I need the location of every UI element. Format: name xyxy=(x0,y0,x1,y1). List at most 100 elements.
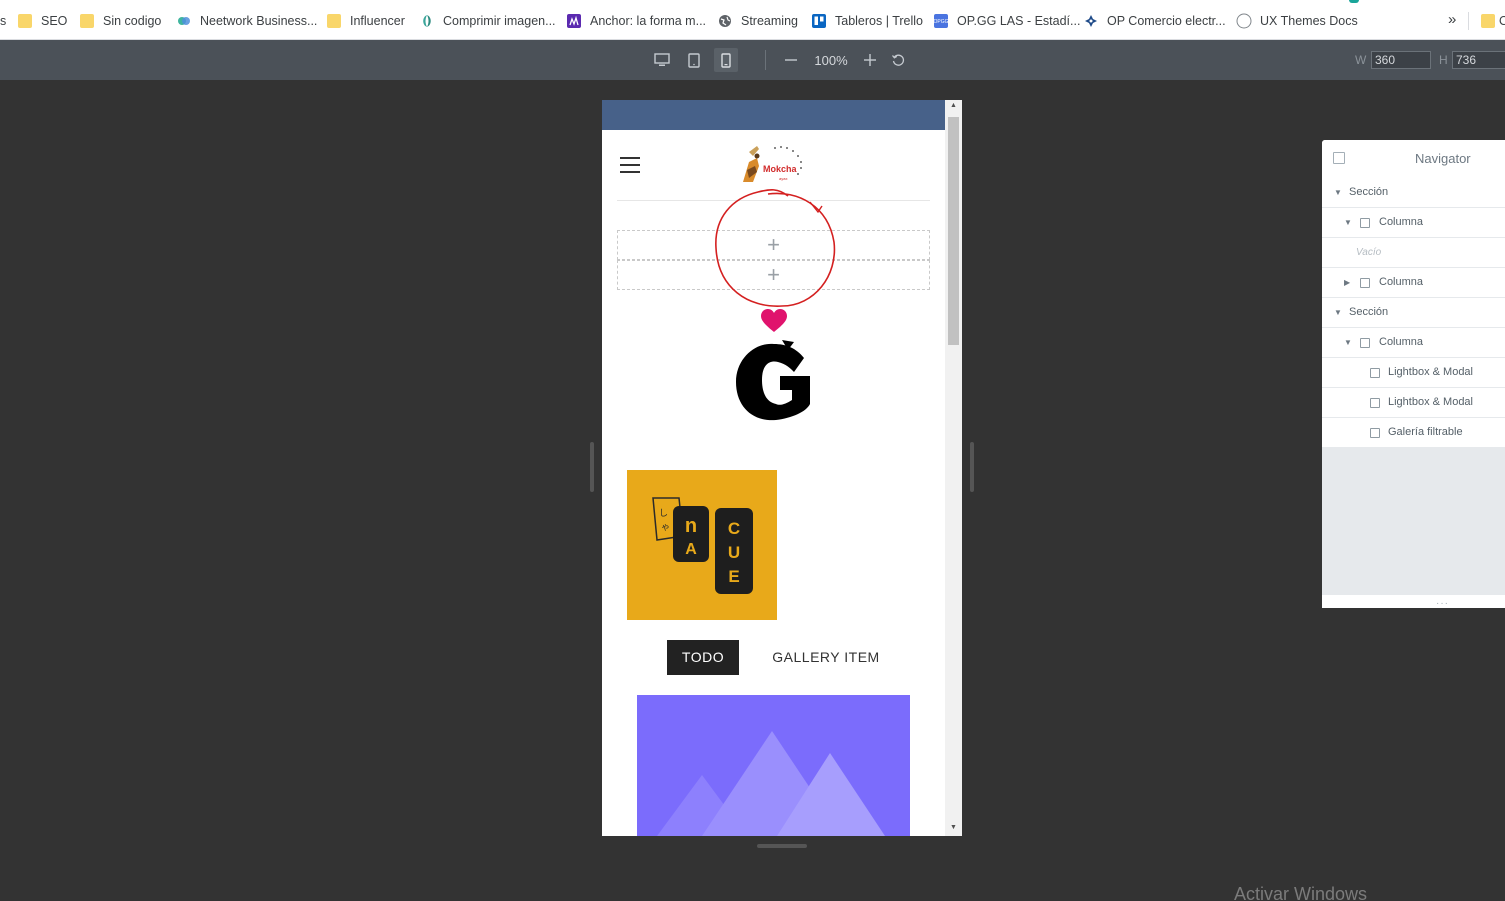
toolbar-divider xyxy=(765,50,766,70)
nav-row-empty: Vacío xyxy=(1322,238,1505,268)
bookmark-label: Comprimir imagen... xyxy=(443,14,556,28)
nav-row-label: Lightbox & Modal xyxy=(1388,366,1473,378)
widget-icon xyxy=(1370,368,1380,378)
bookmark-trello[interactable]: Tableros | Trello xyxy=(812,12,923,30)
op-commerce-icon xyxy=(1085,15,1097,27)
reset-zoom-button[interactable] xyxy=(886,48,910,72)
width-label: W xyxy=(1355,53,1367,67)
nav-row-label: Sección xyxy=(1349,186,1389,198)
zoom-level: 100% xyxy=(814,53,848,68)
caret-right-icon[interactable]: ▶ xyxy=(1344,268,1350,297)
nav-row-label: Columna xyxy=(1379,216,1424,228)
height-label: H xyxy=(1439,53,1448,67)
svg-text:し: し xyxy=(659,508,668,518)
opgg-icon: OPGG xyxy=(934,14,948,28)
filter-todo-button[interactable]: TODO xyxy=(667,640,739,675)
resize-handle-right[interactable] xyxy=(970,442,974,492)
bookmark-label: Influencer xyxy=(350,14,405,28)
scroll-down-icon[interactable]: ▼ xyxy=(945,824,962,831)
bookmarks-overflow-icon[interactable]: » xyxy=(1448,11,1456,28)
tablet-view-button[interactable] xyxy=(682,48,706,72)
nav-row-column[interactable]: ▶ Columna xyxy=(1322,268,1505,298)
scroll-up-icon[interactable]: ▲ xyxy=(945,102,962,109)
bookmark-streaming[interactable]: Streaming xyxy=(718,12,798,30)
placeholder-image[interactable] xyxy=(637,695,910,836)
column-icon xyxy=(1360,278,1370,288)
folder-icon xyxy=(18,14,32,28)
filter-gallery-item-button[interactable]: GALLERY ITEM xyxy=(762,640,890,675)
bookmark-op-comercio[interactable]: OP Comercio electr... xyxy=(1084,12,1226,30)
bookmark-other-label[interactable]: O xyxy=(1499,12,1505,30)
zoom-out-button[interactable] xyxy=(779,48,803,72)
svg-text:C: C xyxy=(728,519,740,538)
caret-down-icon[interactable]: ▼ xyxy=(1334,178,1342,207)
circle-icon xyxy=(1236,13,1252,29)
bookmarks-divider xyxy=(1468,12,1469,30)
mobile-preview-frame: Mokcha ayax + + し ゃ n A C U E TODO GALLE… xyxy=(602,100,962,836)
column-icon xyxy=(1360,338,1370,348)
reset-icon xyxy=(891,54,905,66)
bookmark-cut-label[interactable]: s xyxy=(0,12,6,30)
logo-text: Mokcha xyxy=(763,164,798,174)
windows-activation-watermark: Activar Windows xyxy=(1234,884,1368,901)
trello-icon xyxy=(812,14,826,28)
resize-handle-bottom[interactable] xyxy=(757,844,807,848)
bookmark-label: Neetwork Business... xyxy=(200,14,318,28)
caret-down-icon[interactable]: ▼ xyxy=(1344,208,1352,237)
widget-icon xyxy=(1370,398,1380,408)
resize-grip-icon[interactable]: ··· xyxy=(1436,598,1449,609)
bookmark-label: UX Themes Docs xyxy=(1260,14,1358,28)
bookmark-label: SEO xyxy=(41,14,68,28)
folder-icon[interactable] xyxy=(1481,14,1495,28)
tab-indicator xyxy=(1349,0,1359,3)
nav-row-section[interactable]: ▼ Sección xyxy=(1322,178,1505,208)
site-logo[interactable]: Mokcha ayax xyxy=(735,142,815,186)
caret-down-icon[interactable]: ▼ xyxy=(1344,328,1352,357)
collapse-panel-icon[interactable] xyxy=(1333,152,1345,164)
nav-row-widget[interactable]: Lightbox & Modal xyxy=(1322,358,1505,388)
bookmark-ux-themes[interactable]: UX Themes Docs xyxy=(1236,12,1358,30)
bookmark-opgg[interactable]: OPGG OP.GG LAS - Estadí... xyxy=(934,12,1080,30)
minus-icon xyxy=(785,59,797,61)
nav-row-column[interactable]: ▼ Columna xyxy=(1322,208,1505,238)
nav-row-widget[interactable]: Galería filtrable xyxy=(1322,418,1505,448)
mobile-view-button[interactable] xyxy=(714,48,738,72)
zoom-in-button[interactable] xyxy=(858,48,882,72)
svg-text:A: A xyxy=(685,541,697,558)
mobile-icon xyxy=(721,52,731,68)
desktop-view-button[interactable] xyxy=(650,48,674,72)
bookmark-influencer[interactable]: Influencer xyxy=(327,12,405,30)
bookmark-label: OP.GG LAS - Estadí... xyxy=(957,14,1081,28)
bookmark-anchor[interactable]: Anchor: la forma m... xyxy=(567,12,706,30)
nav-row-label: Galería filtrable xyxy=(1388,426,1463,438)
navigator-title: Navigator xyxy=(1415,151,1471,166)
responsive-toolbar: 100% W H xyxy=(0,40,1505,80)
hamburger-menu-icon[interactable] xyxy=(620,157,640,173)
gallery-icon xyxy=(1370,428,1380,438)
caret-down-icon[interactable]: ▼ xyxy=(1334,298,1342,327)
bookmarks-bar: s SEO Sin codigo Neetwork Business... In… xyxy=(0,0,1505,40)
bookmark-neetwork[interactable]: Neetwork Business... xyxy=(177,12,317,30)
bookmark-comprimir[interactable]: Comprimir imagen... xyxy=(420,12,556,30)
svg-text:n: n xyxy=(685,515,697,537)
nav-row-label: Columna xyxy=(1379,336,1424,348)
scrollbar-thumb[interactable] xyxy=(948,117,959,345)
bookmark-sin-codigo[interactable]: Sin codigo xyxy=(80,12,161,30)
nav-row-widget[interactable]: Lightbox & Modal xyxy=(1322,388,1505,418)
nav-row-section[interactable]: ▼ Sección xyxy=(1322,298,1505,328)
nav-row-column[interactable]: ▼ Columna xyxy=(1322,328,1505,358)
bookmark-label: Anchor: la forma m... xyxy=(590,14,707,28)
folder-icon xyxy=(80,14,94,28)
gallery-image[interactable]: し ゃ n A C U E xyxy=(627,470,777,620)
neetwork-icon xyxy=(178,17,190,25)
bookmark-label: Tableros | Trello xyxy=(835,14,924,28)
top-bar xyxy=(602,100,945,130)
column-icon xyxy=(1360,218,1370,228)
nav-row-label: Vacío xyxy=(1356,247,1382,258)
nav-row-label: Columna xyxy=(1379,276,1424,288)
bookmark-seo[interactable]: SEO xyxy=(18,12,67,30)
bookmark-label: Sin codigo xyxy=(103,14,162,28)
height-input[interactable] xyxy=(1452,51,1505,69)
width-input[interactable] xyxy=(1371,51,1431,69)
resize-handle-left[interactable] xyxy=(590,442,594,492)
